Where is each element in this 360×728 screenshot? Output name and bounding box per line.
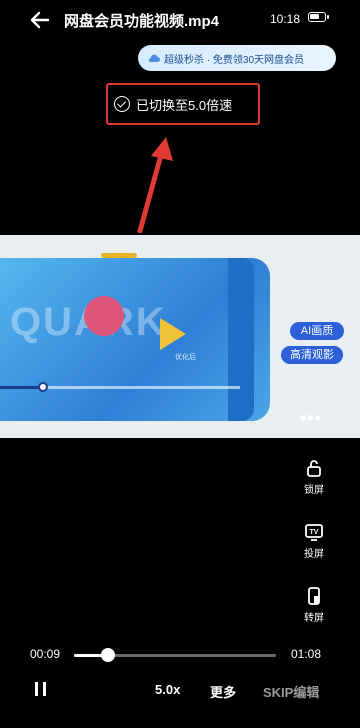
- toast-text: 已切换至5.0倍速: [136, 97, 233, 113]
- promo-text: 超级秒杀 · 免费领30天网盘会员: [164, 54, 305, 66]
- rotate-screen-icon: [308, 587, 320, 605]
- pink-circle-graphic: [84, 296, 124, 336]
- cloud-icon: [148, 54, 160, 63]
- cast-screen-label: 投屏: [304, 549, 324, 560]
- pause-icon[interactable]: [35, 682, 47, 696]
- svg-text:TV: TV: [310, 529, 319, 536]
- seek-knob[interactable]: [101, 648, 115, 662]
- speed-button[interactable]: 5.0x: [155, 682, 180, 697]
- lock-icon: [307, 460, 321, 477]
- inner-progress-knob: [38, 382, 48, 392]
- video-title: 网盘会员功能视频.mp4: [64, 13, 220, 30]
- battery-icon: [308, 12, 329, 22]
- lock-screen-label: 锁屏: [304, 485, 324, 496]
- more-dots-icon[interactable]: •••: [300, 408, 322, 429]
- optimized-caption: 优化后: [175, 354, 196, 361]
- rotate-screen-button[interactable]: 转屏: [298, 586, 330, 624]
- back-arrow-icon[interactable]: [28, 8, 52, 32]
- total-time: 01:08: [291, 647, 322, 661]
- play-triangle-icon: [160, 318, 186, 350]
- check-circle-icon: [114, 96, 130, 112]
- more-button[interactable]: 更多: [210, 682, 236, 701]
- skip-edit-button[interactable]: SKIP编辑: [263, 682, 319, 701]
- device-screen-sidebar: [228, 258, 254, 421]
- status-time: 10:18: [270, 12, 301, 26]
- cast-screen-button[interactable]: TV 投屏: [298, 522, 330, 560]
- annotation-arrow: [137, 137, 173, 233]
- rotate-screen-label: 转屏: [304, 613, 324, 624]
- hd-viewing-badge: 高清观影: [281, 346, 343, 364]
- ai-quality-badge: AI画质: [290, 322, 344, 340]
- current-time: 00:09: [30, 647, 61, 661]
- lock-screen-button[interactable]: 锁屏: [298, 458, 330, 496]
- device-notch: [101, 253, 137, 258]
- tv-cast-icon: TV: [305, 524, 323, 541]
- promo-banner[interactable]: 超级秒杀 · 免费领30天网盘会员: [138, 45, 336, 71]
- speed-toast: 已切换至5.0倍速: [106, 83, 260, 125]
